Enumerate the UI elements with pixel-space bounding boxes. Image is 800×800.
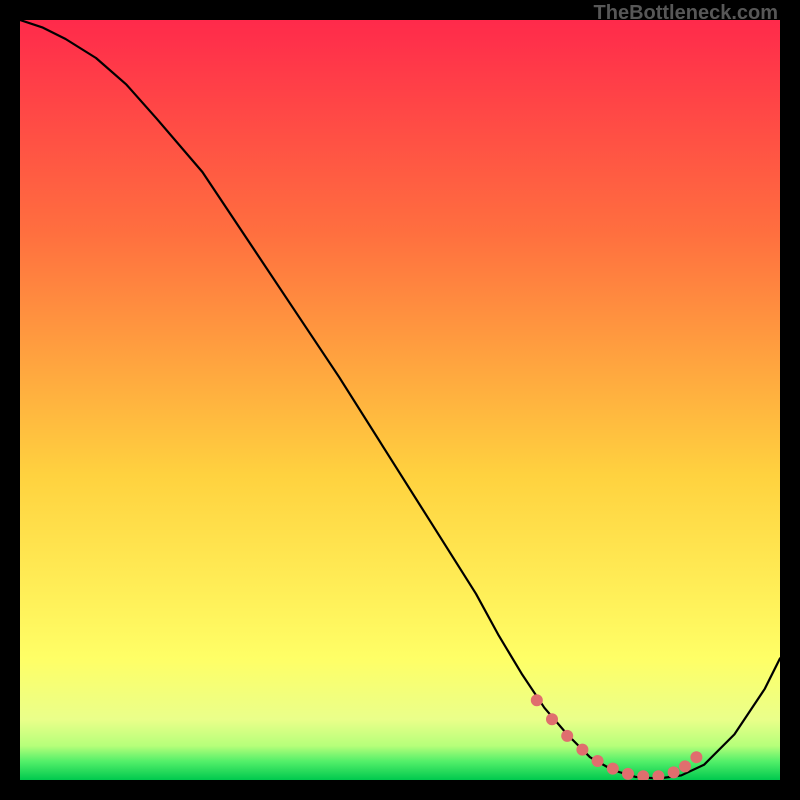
sweet-spot-marker bbox=[576, 744, 588, 756]
sweet-spot-marker bbox=[592, 755, 604, 767]
watermark-text: TheBottleneck.com bbox=[594, 2, 778, 25]
sweet-spot-marker bbox=[531, 694, 543, 706]
sweet-spot-marker bbox=[690, 751, 702, 763]
gradient-background bbox=[20, 20, 780, 780]
sweet-spot-marker bbox=[679, 760, 691, 772]
sweet-spot-marker bbox=[561, 730, 573, 742]
chart-frame bbox=[20, 20, 780, 780]
chart-svg bbox=[20, 20, 780, 780]
sweet-spot-marker bbox=[607, 763, 619, 775]
sweet-spot-marker bbox=[546, 713, 558, 725]
sweet-spot-marker bbox=[622, 768, 634, 780]
sweet-spot-marker bbox=[668, 766, 680, 778]
